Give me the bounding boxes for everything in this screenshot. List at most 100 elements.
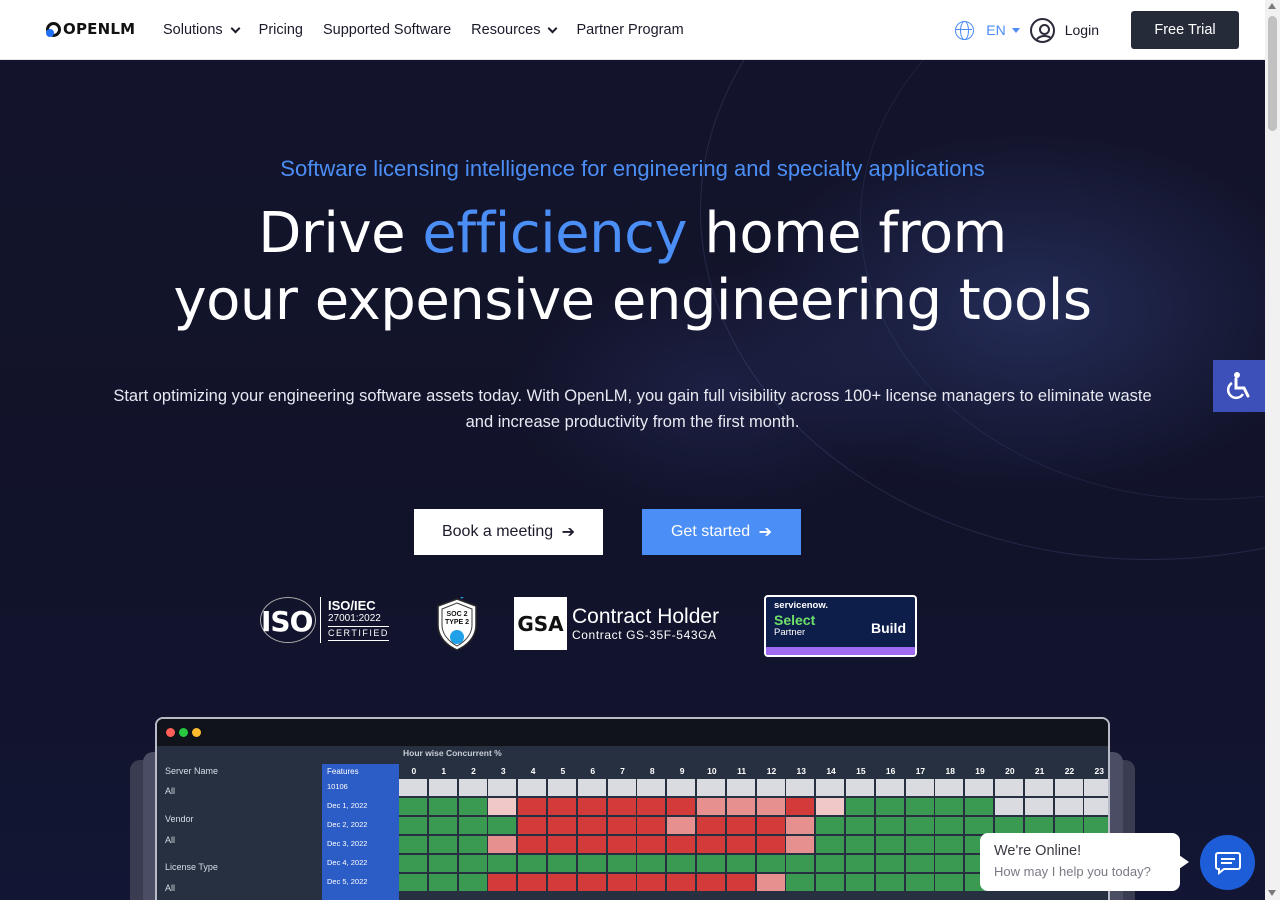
scroll-thumb[interactable] [1268, 16, 1277, 131]
filter-sidebar: Server Name All Vendor All License Type … [157, 746, 320, 900]
login-link[interactable]: Login [1065, 22, 1099, 38]
gsa-contract-number: Contract GS-35F-543GA [572, 627, 717, 642]
gsa-contract-badge: GSA Contract Holder Contract GS-35F-543G… [514, 597, 719, 650]
dashboard-body: Hour wise Concurrent % Server Name All V… [157, 746, 1108, 900]
page-scrollbar[interactable] [1265, 0, 1280, 900]
heatmap-cell [697, 855, 725, 872]
nav-solutions[interactable]: Solutions [163, 22, 241, 38]
hour-header-cell: 0 [411, 766, 417, 776]
heatmap-cell [726, 874, 755, 891]
date-label: Dec 3, 2022 [327, 839, 368, 848]
heatmap-cell [756, 798, 785, 815]
nav-solutions-label: Solutions [163, 22, 223, 38]
nav-pricing[interactable]: Pricing [259, 22, 303, 38]
heatmap-cell [428, 855, 457, 872]
heatmap-cell [935, 855, 964, 872]
chat-launcher-button[interactable] [1200, 835, 1255, 890]
nav-partner-program[interactable]: Partner Program [576, 22, 683, 38]
accessibility-button[interactable] [1213, 360, 1265, 412]
heatmap-cell [548, 817, 576, 834]
heatmap-cell [607, 817, 636, 834]
heatmap-cell [548, 798, 576, 815]
heatmap-cell [816, 874, 845, 891]
heatmap-cell [846, 855, 874, 872]
iso-logo-text: ISO [261, 605, 313, 638]
hero-description: Start optimizing your engineering softwa… [113, 387, 1152, 431]
heatmap-cell [1024, 779, 1053, 796]
filter-value[interactable]: All [165, 835, 175, 845]
user-icon[interactable] [1029, 17, 1055, 43]
heatmap-cell [1024, 817, 1053, 834]
hero-headline: Drive efficiency home from your expensiv… [0, 200, 1265, 334]
heatmap-cell [488, 798, 517, 815]
filter-label: License Type [165, 862, 218, 872]
hour-header-cell: 13 [796, 766, 806, 776]
globe-icon[interactable] [955, 20, 975, 40]
minimize-dot-icon [192, 728, 201, 737]
heatmap-cell [905, 817, 934, 834]
servicenow-role: Partner [774, 627, 806, 638]
scroll-down-icon[interactable] [1268, 890, 1276, 896]
openlm-logo[interactable]: OPENLM [46, 20, 135, 38]
language-selector[interactable]: EN [986, 22, 1005, 38]
heatmap-cell [577, 855, 606, 872]
heatmap-cell [637, 836, 666, 853]
heatmap-cell [965, 817, 994, 834]
hour-header-cell: 17 [915, 766, 926, 776]
heatmap-cell [667, 798, 696, 815]
heatmap-cell [607, 874, 636, 891]
get-started-button[interactable]: Get started ➔ [642, 509, 801, 555]
hour-header-cell: 18 [945, 766, 955, 776]
filter-value[interactable]: All [165, 786, 175, 796]
arrow-right-icon: ➔ [561, 524, 576, 541]
heatmap-cell [577, 836, 606, 853]
heatmap-cell [875, 817, 904, 834]
nav-pricing-label: Pricing [258, 22, 303, 38]
hour-header-cell: 23 [1094, 766, 1104, 776]
heatmap-cell [726, 855, 755, 872]
heatmap-cell [816, 779, 845, 796]
nav-supported-software[interactable]: Supported Software [323, 22, 451, 38]
book-meeting-button[interactable]: Book a meeting ➔ [414, 509, 603, 555]
iso-info: ISO/IEC 27001:2022 CERTIFIED [328, 599, 389, 641]
chat-greeting[interactable]: We're Online! How may I help you today? [980, 833, 1189, 891]
heatmap-cell [965, 779, 994, 796]
heatmap-cell [935, 817, 964, 834]
book-meeting-label: Book a meeting [441, 523, 554, 540]
heatmap-cell [697, 798, 725, 815]
heatmap-cell [846, 798, 874, 815]
heatmap-cell [995, 779, 1023, 796]
heatmap-cell [905, 836, 934, 853]
iso-title: ISO/IEC [328, 598, 376, 613]
heatmap-cell [756, 855, 785, 872]
heatmap-cell [875, 779, 904, 796]
heatmap-cell [518, 779, 547, 796]
heatmap-cell [905, 798, 934, 815]
headline-accent: efficiency [422, 201, 688, 266]
heatmap-cell [756, 836, 785, 853]
caret-down-icon[interactable] [1011, 27, 1020, 33]
chat-title: We're Online! [994, 843, 1082, 859]
heatmap-cell [875, 836, 904, 853]
heatmap-cell [518, 855, 547, 872]
nav-right: EN Login Free Trial [955, 0, 1239, 60]
heatmap-cell [905, 855, 934, 872]
heatmap-cell [786, 798, 815, 815]
hero-subtitle: Software licensing intelligence for engi… [280, 156, 985, 181]
nav-links: Solutions Pricing Supported Software Res… [163, 0, 704, 60]
heatmap-cell [816, 798, 845, 815]
scroll-up-icon[interactable] [1268, 3, 1276, 9]
free-trial-button[interactable]: Free Trial [1131, 11, 1239, 49]
heatmap-cell [786, 779, 815, 796]
heatmap-cell [756, 779, 785, 796]
nav-resources[interactable]: Resources [471, 22, 558, 38]
heatmap-cell [458, 836, 487, 853]
feature-id: 10106 [327, 782, 348, 791]
heatmap-cell [518, 874, 547, 891]
heatmap-cell [488, 855, 517, 872]
heatmap-cell [637, 874, 666, 891]
filter-value[interactable]: All [165, 883, 175, 893]
heatmap-cell [846, 817, 874, 834]
heatmap-cell [905, 874, 934, 891]
heatmap-cell [458, 779, 487, 796]
